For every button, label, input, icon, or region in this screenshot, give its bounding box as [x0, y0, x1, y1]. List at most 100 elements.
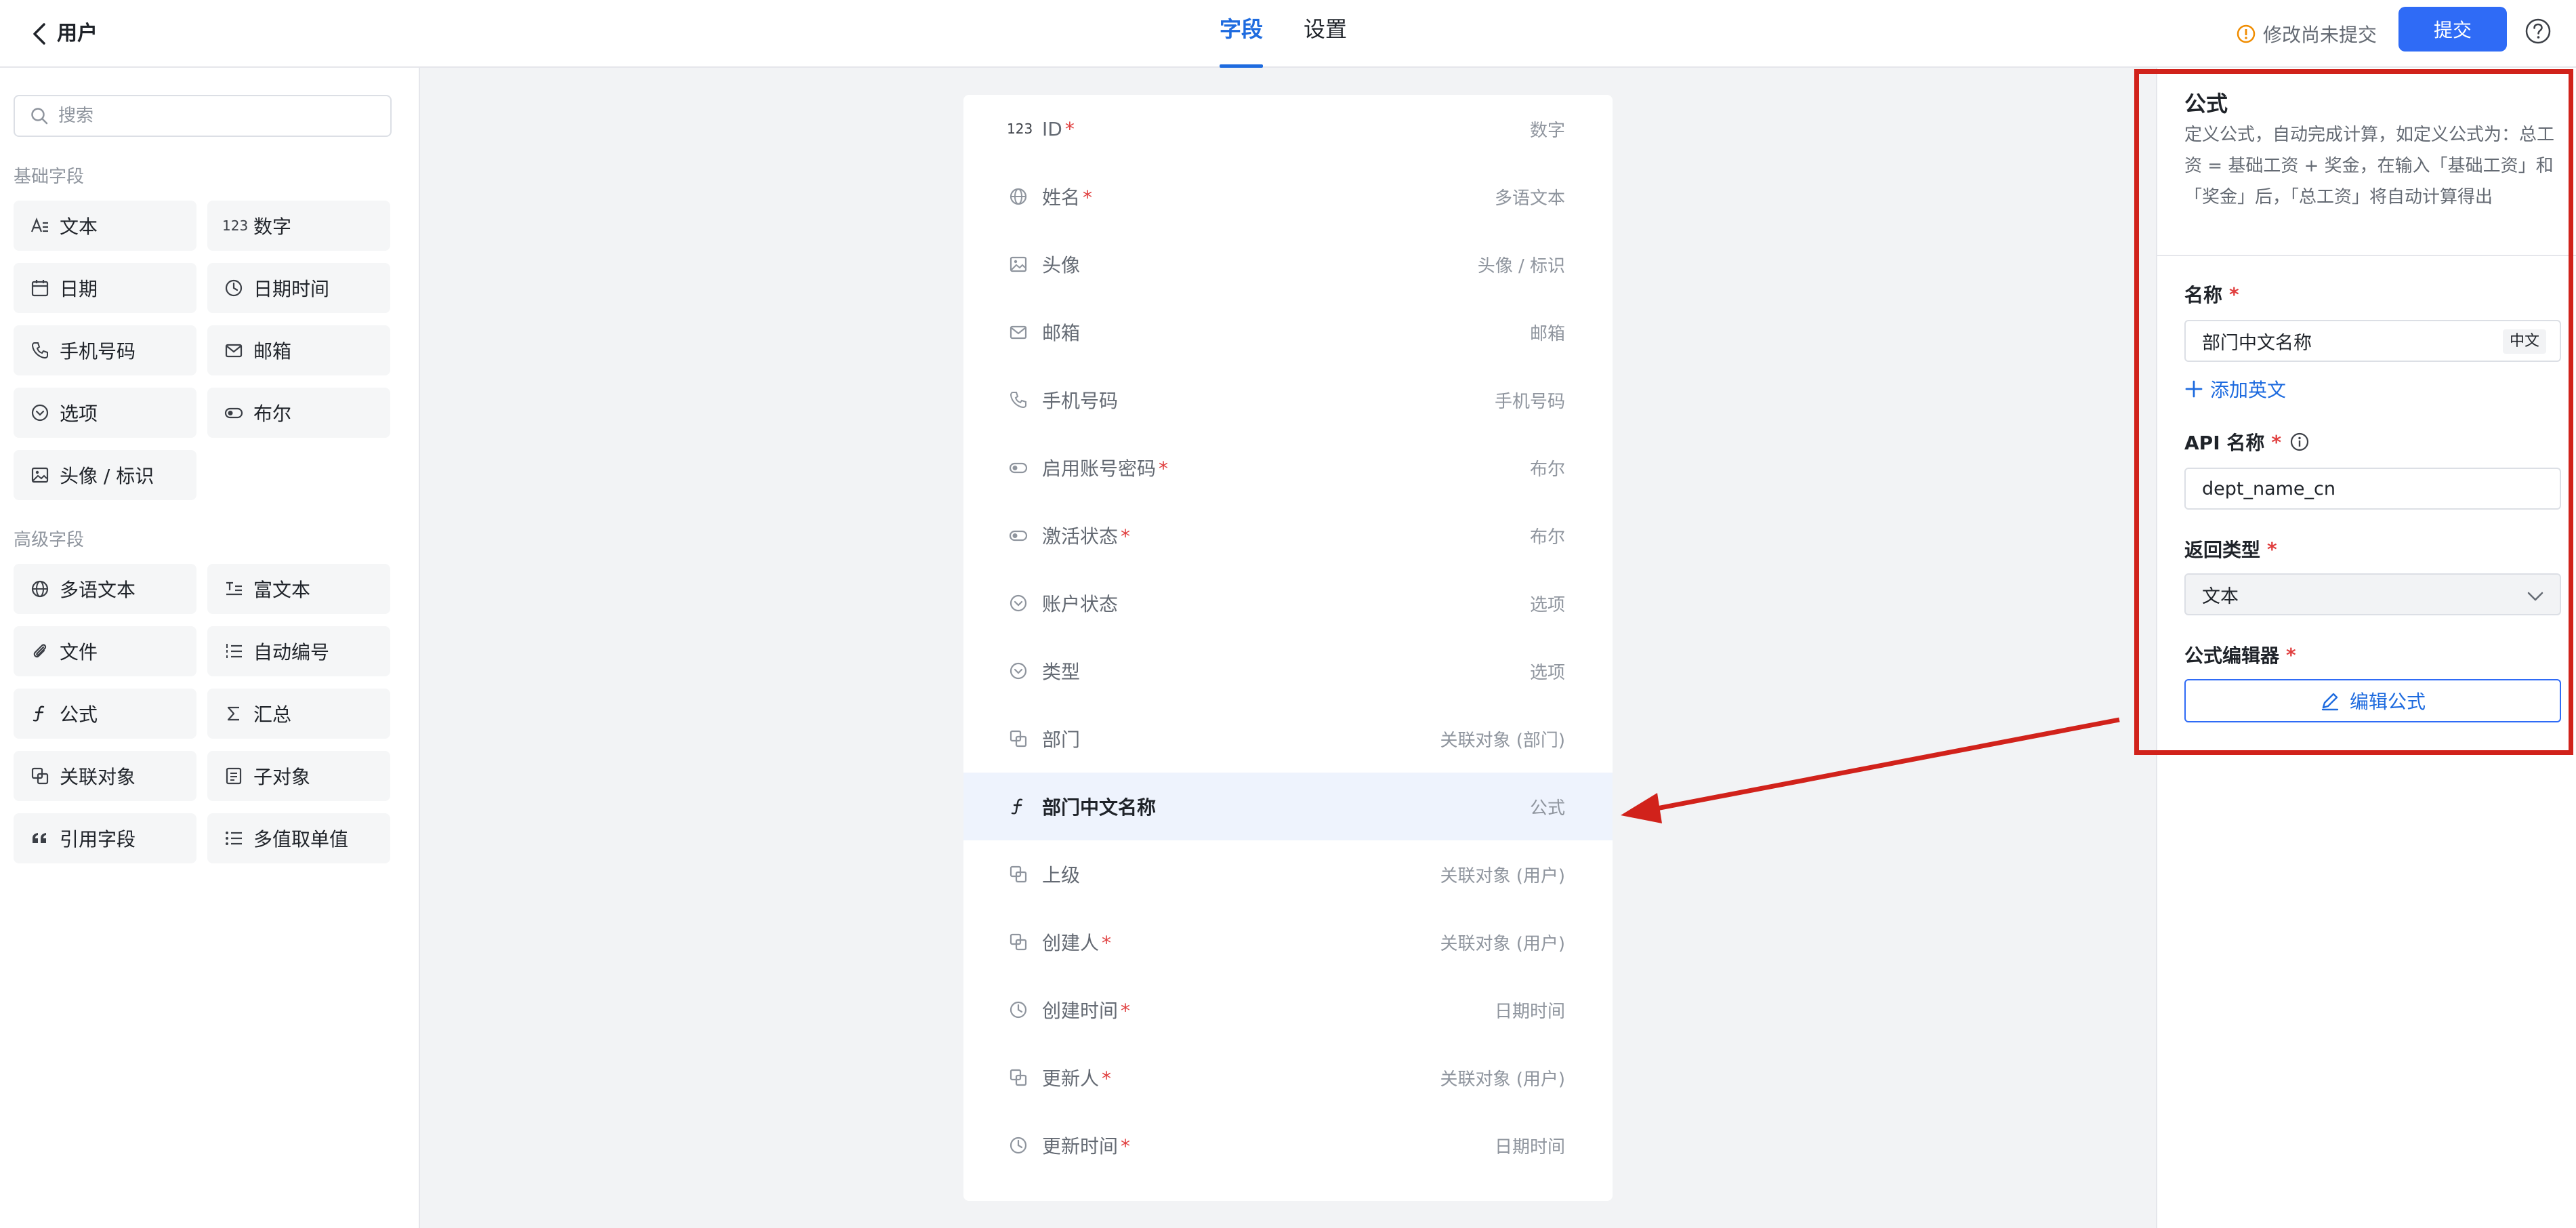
warning-circle-icon — [2237, 24, 2256, 43]
help-button[interactable] — [2522, 15, 2554, 47]
search-input[interactable] — [58, 106, 370, 126]
unsaved-text: 修改尚未提交 — [2263, 24, 2377, 46]
search-box[interactable] — [14, 95, 392, 137]
group-title-basic: 基础字段 — [14, 167, 85, 187]
edit-formula-button[interactable]: 编辑公式 — [2184, 679, 2561, 722]
chevron-left-icon — [33, 23, 45, 45]
field-row[interactable]: 姓名 * 多语文本 — [963, 163, 1613, 230]
field-type-item[interactable]: 日期时间 — [207, 263, 390, 313]
field-type-item[interactable]: 手机号码 — [14, 325, 196, 375]
field-row[interactable]: 账户状态 选项 — [963, 569, 1613, 637]
name-label: 名称 * — [2184, 281, 2239, 308]
field-type-item[interactable]: 多值取单值 — [207, 813, 390, 863]
field-type-item[interactable]: 富文本 — [207, 564, 390, 614]
field-type: 手机号码 — [1494, 391, 1565, 412]
field-row[interactable]: 激活状态 * 布尔 — [963, 502, 1613, 569]
field-row-label: 更新时间 * — [1042, 1132, 1130, 1159]
field-name: ID — [1042, 117, 1062, 140]
field-name: 创建时间 — [1042, 1000, 1119, 1022]
field-row[interactable]: 手机号码 手机号码 — [963, 366, 1613, 434]
return-type-select[interactable]: 文本 — [2184, 573, 2561, 615]
field-type-item[interactable]: 头像 / 标识 — [14, 450, 196, 500]
field-row[interactable]: 邮箱 邮箱 — [963, 298, 1613, 366]
help-icon — [2525, 18, 2551, 44]
link-object-icon — [1008, 1067, 1029, 1088]
field-type-label: 布尔 — [253, 403, 292, 425]
phone-icon — [1008, 390, 1029, 410]
field-type: 关联对象 (用户) — [1440, 865, 1565, 886]
name-field[interactable]: 部门中文名称 中文 — [2184, 320, 2561, 362]
back-button[interactable] — [20, 15, 58, 53]
globe-icon — [1008, 186, 1029, 207]
sub-object-icon — [224, 766, 244, 786]
return-type-label: 返回类型 * — [2184, 535, 2277, 562]
field-type-item[interactable]: 自动编号 — [207, 626, 390, 676]
return-type-value: 文本 — [2202, 586, 2239, 607]
field-row[interactable]: 部门 关联对象 (部门) — [963, 705, 1613, 773]
link-object-icon — [1008, 729, 1029, 749]
field-type-label: 手机号码 — [60, 340, 136, 363]
field-type-item[interactable]: 子对象 — [207, 751, 390, 801]
field-type-item[interactable]: 选项 — [14, 388, 196, 438]
field-type-item[interactable]: 文本 — [14, 201, 196, 251]
field-row[interactable]: 头像 头像 / 标识 — [963, 230, 1613, 298]
field-type-item[interactable]: 日期 — [14, 263, 196, 313]
field-row[interactable]: 上级 关联对象 (用户) — [963, 840, 1613, 908]
panel-description: 定义公式，自动完成计算，如定义公式为：总工资 = 基础工资 + 奖金，在输入「基… — [2184, 125, 2555, 207]
submit-button[interactable]: 提交 — [2398, 7, 2507, 52]
add-english-link[interactable]: 添加英文 — [2184, 375, 2286, 403]
info-icon[interactable] — [2289, 432, 2310, 452]
field-row-label: 启用账号密码 * — [1042, 454, 1168, 481]
field-palette: 基础字段 文本 123数字日期 日期时间手机号码 邮箱选项 布尔头像 / 标识 高级字段… — [0, 68, 420, 1228]
field-type-item[interactable]: 文件 — [14, 626, 196, 676]
tab-fields[interactable]: 字段 — [1220, 0, 1264, 68]
tab-settings[interactable]: 设置 — [1304, 0, 1347, 68]
field-type: 日期时间 — [1494, 1001, 1565, 1022]
field-type-item[interactable]: 123 数字 — [207, 201, 390, 251]
field-type-item[interactable]: 引用字段 — [14, 813, 196, 863]
field-row-label: 部门中文名称 — [1042, 793, 1156, 820]
field-row-label: 激活状态 * — [1042, 522, 1130, 549]
field-row[interactable]: 类型 选项 — [963, 637, 1613, 705]
required-mark: * — [1083, 186, 1093, 209]
field-type-item[interactable]: 公式 — [14, 689, 196, 739]
field-type-label: 文本 — [60, 216, 98, 238]
link-object-icon — [1008, 932, 1029, 952]
field-row[interactable]: 更新人 * 关联对象 (用户) — [963, 1044, 1613, 1111]
field-type-label: 子对象 — [253, 766, 311, 788]
option-icon — [30, 403, 50, 423]
api-name-field[interactable]: dept_name_cn — [2184, 468, 2561, 510]
formula-icon — [1008, 796, 1029, 817]
option-icon — [1008, 593, 1029, 613]
field-type-item[interactable]: 多语文本 — [14, 564, 196, 614]
required-mark: * — [1102, 1067, 1112, 1090]
pencil-icon — [2321, 693, 2339, 711]
sigma-icon — [224, 703, 244, 724]
chevron-down-icon — [2527, 592, 2543, 601]
field-row[interactable]: 123 ID * 数字 — [963, 95, 1613, 163]
field-type: 布尔 — [1529, 527, 1565, 548]
field-row[interactable]: 更新时间 * 日期时间 — [963, 1111, 1613, 1179]
field-type: 头像 / 标识 — [1477, 255, 1565, 277]
edit-formula-text: 编辑公式 — [2349, 691, 2426, 713]
name-value: 部门中文名称 — [2202, 332, 2312, 354]
required-mark: * — [2271, 430, 2282, 453]
field-type-label: 公式 — [60, 703, 98, 726]
field-type-item[interactable]: 汇总 — [207, 689, 390, 739]
field-type-label: 自动编号 — [253, 641, 330, 663]
formula-editor-label-text: 公式编辑器 — [2184, 644, 2280, 667]
field-type-label: 多值取单值 — [253, 828, 349, 851]
field-type-item[interactable]: 邮箱 — [207, 325, 390, 375]
field-type-item[interactable]: 布尔 — [207, 388, 390, 438]
field-name: 部门 — [1042, 729, 1081, 751]
return-type-label-text: 返回类型 — [2184, 539, 2261, 561]
field-row[interactable]: 启用账号密码 * 布尔 — [963, 434, 1613, 502]
unsaved-notice: 修改尚未提交 — [2236, 18, 2377, 50]
numbered-list-icon — [224, 641, 244, 661]
field-row[interactable]: 创建时间 * 日期时间 — [963, 976, 1613, 1044]
field-type-item[interactable]: 关联对象 — [14, 751, 196, 801]
field-name: 头像 — [1042, 254, 1081, 277]
field-name: 手机号码 — [1042, 390, 1119, 412]
field-row[interactable]: 创建人 * 关联对象 (用户) — [963, 908, 1613, 976]
field-row[interactable]: 部门中文名称 公式 — [963, 773, 1613, 840]
